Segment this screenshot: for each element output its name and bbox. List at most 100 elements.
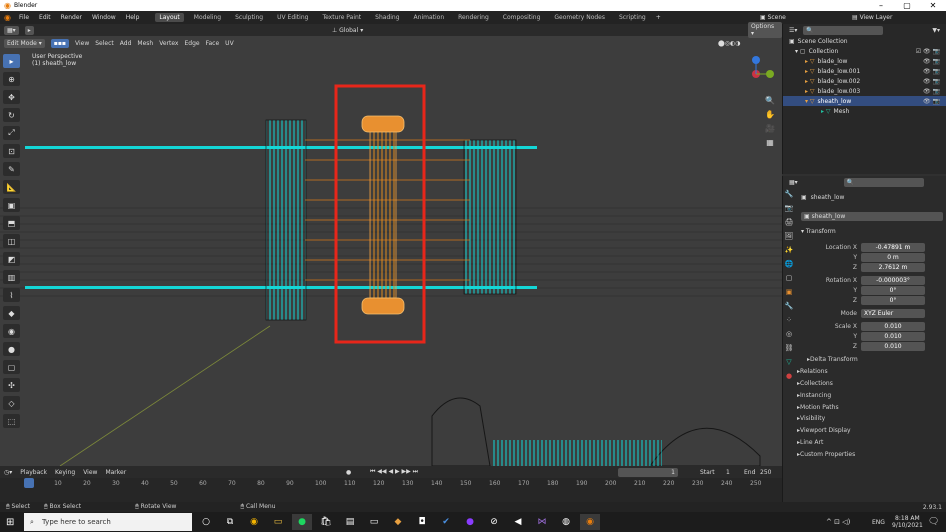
visibility-eye-icon[interactable]: ☑ 👁 📷: [916, 48, 946, 55]
add-menu[interactable]: Add: [120, 40, 132, 47]
tool-tab-icon[interactable]: 🔧: [782, 190, 796, 204]
visibility-eye-icon[interactable]: 👁 📷: [923, 58, 946, 65]
visibility-eye-icon[interactable]: 👁 📷: [923, 88, 946, 95]
scale-z-field[interactable]: 0.010: [861, 341, 925, 351]
edge-slide-tool-icon[interactable]: ▢: [3, 360, 20, 374]
scene-selector[interactable]: ▣ Scene: [760, 14, 786, 21]
menu-edit[interactable]: Edit: [37, 13, 53, 22]
spin-tool-icon[interactable]: ◉: [3, 324, 20, 338]
shrink-tool-icon[interactable]: ✣: [3, 378, 20, 392]
task-view-icon[interactable]: ⧉: [220, 514, 240, 530]
keying-menu[interactable]: Keying: [55, 469, 75, 476]
world-tab-icon[interactable]: 🌐: [782, 260, 796, 274]
timeline-view-menu[interactable]: View: [83, 469, 97, 476]
collection-tab-icon[interactable]: ▢: [782, 274, 796, 288]
tab-modeling[interactable]: Modeling: [190, 13, 225, 22]
location-y-field[interactable]: 0 m: [861, 252, 925, 262]
close-button[interactable]: ✕: [920, 0, 946, 11]
blender-taskbar-icon[interactable]: ◉: [580, 514, 600, 530]
bevel-tool-icon[interactable]: ◩: [3, 252, 20, 266]
playback-controls[interactable]: ⏮ ◀◀ ◀ ▶ ▶▶ ⏭: [370, 468, 418, 476]
tab-layout[interactable]: Layout: [155, 13, 184, 22]
uv-menu[interactable]: UV: [225, 40, 234, 47]
language-indicator[interactable]: ENG: [872, 519, 885, 526]
poly-build-tool-icon[interactable]: ◆: [3, 306, 20, 320]
spotify-icon[interactable]: ●: [292, 514, 312, 530]
panel-collections[interactable]: ▸ Collections: [793, 378, 943, 390]
constraints-tab-icon[interactable]: ⛓: [782, 344, 796, 358]
knife-tool-icon[interactable]: ⌇: [3, 288, 20, 302]
notifications-icon[interactable]: 🗨: [928, 517, 939, 527]
properties-editor-icon[interactable]: ▦▾: [789, 179, 798, 186]
panel-line-art[interactable]: ▸ Line Art: [793, 437, 943, 449]
face-menu[interactable]: Face: [206, 40, 220, 47]
panel-relations[interactable]: ▸ Relations: [793, 366, 943, 378]
3d-viewport[interactable]: [0, 36, 782, 466]
select-box-tool-icon[interactable]: ▸: [3, 54, 20, 68]
cortana-icon[interactable]: ○: [196, 514, 216, 530]
playhead[interactable]: [24, 478, 34, 488]
object-name-field[interactable]: ▣ sheath_low: [801, 212, 943, 221]
mesh-menu[interactable]: Mesh: [137, 40, 153, 47]
cursor-tool-icon[interactable]: ⊕: [3, 72, 20, 86]
outliner-item-mesh[interactable]: ▸ ▽ Mesh: [783, 106, 946, 116]
add-workspace-icon[interactable]: +: [656, 14, 661, 21]
app-icon-1[interactable]: ▤: [340, 514, 360, 530]
app-icon-2[interactable]: ▭: [364, 514, 384, 530]
select-tool-button[interactable]: ▸: [24, 25, 34, 35]
shear-tool-icon[interactable]: ◇: [3, 396, 20, 410]
rotate-tool-icon[interactable]: ↻: [3, 108, 20, 122]
panel-instancing[interactable]: ▸ Instancing: [793, 389, 943, 401]
tab-texture-paint[interactable]: Texture Paint: [318, 13, 365, 22]
vertex-select-button[interactable]: ▪▪▪: [50, 38, 69, 48]
render-tab-icon[interactable]: 📷: [782, 204, 796, 218]
record-button[interactable]: ●: [346, 469, 351, 476]
measure-tool-icon[interactable]: 📐: [3, 180, 20, 194]
data-tab-icon[interactable]: ▽: [782, 358, 796, 372]
tab-compositing[interactable]: Compositing: [499, 13, 545, 22]
scale-y-field[interactable]: 0.010: [861, 331, 925, 341]
select-menu[interactable]: Select: [95, 40, 114, 47]
rotation-y-field[interactable]: 0°: [861, 285, 925, 295]
edge-menu[interactable]: Edge: [184, 40, 199, 47]
annotate-tool-icon[interactable]: ✎: [3, 162, 20, 176]
view-menu[interactable]: View: [75, 40, 89, 47]
outliner-editor-icon[interactable]: ☰▾: [789, 27, 797, 34]
menu-file[interactable]: File: [17, 13, 31, 22]
editor-type-button[interactable]: ▦▾: [4, 25, 19, 35]
clock[interactable]: 8:18 AM 9/10/2021: [892, 515, 923, 529]
visibility-eye-icon[interactable]: 👁 📷: [923, 68, 946, 75]
transform-orientation-dropdown[interactable]: ⊥ Global ▾: [332, 27, 363, 34]
camera-icon[interactable]: 🎥: [764, 124, 776, 138]
minimize-button[interactable]: –: [868, 0, 894, 11]
menu-help[interactable]: Help: [124, 13, 142, 22]
panel-viewport-display[interactable]: ▸ Viewport Display: [793, 425, 943, 437]
zoom-icon[interactable]: 🔍: [764, 96, 776, 110]
taskbar-search-input[interactable]: ⌕ Type here to search: [24, 513, 192, 531]
rotation-mode-dropdown[interactable]: XYZ Euler: [861, 308, 925, 318]
location-z-field[interactable]: 2.7612 m: [861, 262, 925, 272]
panel-delta-transform[interactable]: ▸ Delta Transform: [793, 354, 943, 366]
chrome-icon[interactable]: ◉: [244, 514, 264, 530]
location-x-field[interactable]: -0.47891 m: [861, 242, 925, 252]
tab-geometry-nodes[interactable]: Geometry Nodes: [550, 13, 609, 22]
panel-motion-paths[interactable]: ▸ Motion Paths: [793, 401, 943, 413]
material-tab-icon[interactable]: ●: [782, 372, 796, 386]
transform-panel-header[interactable]: ▾ Transform: [801, 228, 836, 235]
timeline-track[interactable]: 1102030405060708090100110120130140150160…: [0, 478, 782, 502]
start-frame-field[interactable]: 1: [726, 469, 730, 476]
move-tool-icon[interactable]: ✥: [3, 90, 20, 104]
inset-tool-icon[interactable]: ◫: [3, 234, 20, 248]
rotation-x-field[interactable]: -0.000003°: [861, 275, 925, 285]
marker-menu[interactable]: Marker: [105, 469, 126, 476]
shading-buttons[interactable]: ⬤◎◐◑: [718, 40, 740, 47]
app-icon-7[interactable]: ⊘: [484, 514, 504, 530]
loop-cut-tool-icon[interactable]: ▥: [3, 270, 20, 284]
mode-dropdown[interactable]: Edit Mode ▾: [4, 38, 45, 48]
outliner-item-blade-low-001[interactable]: ▸ ▽ blade_low.001 👁 📷: [783, 66, 946, 76]
blender-menu-icon[interactable]: ◉: [4, 13, 11, 22]
tab-rendering[interactable]: Rendering: [454, 13, 493, 22]
file-explorer-icon[interactable]: ▭: [268, 514, 288, 530]
visual-studio-icon[interactable]: ⋈: [532, 514, 552, 530]
vertex-menu[interactable]: Vertex: [159, 40, 178, 47]
